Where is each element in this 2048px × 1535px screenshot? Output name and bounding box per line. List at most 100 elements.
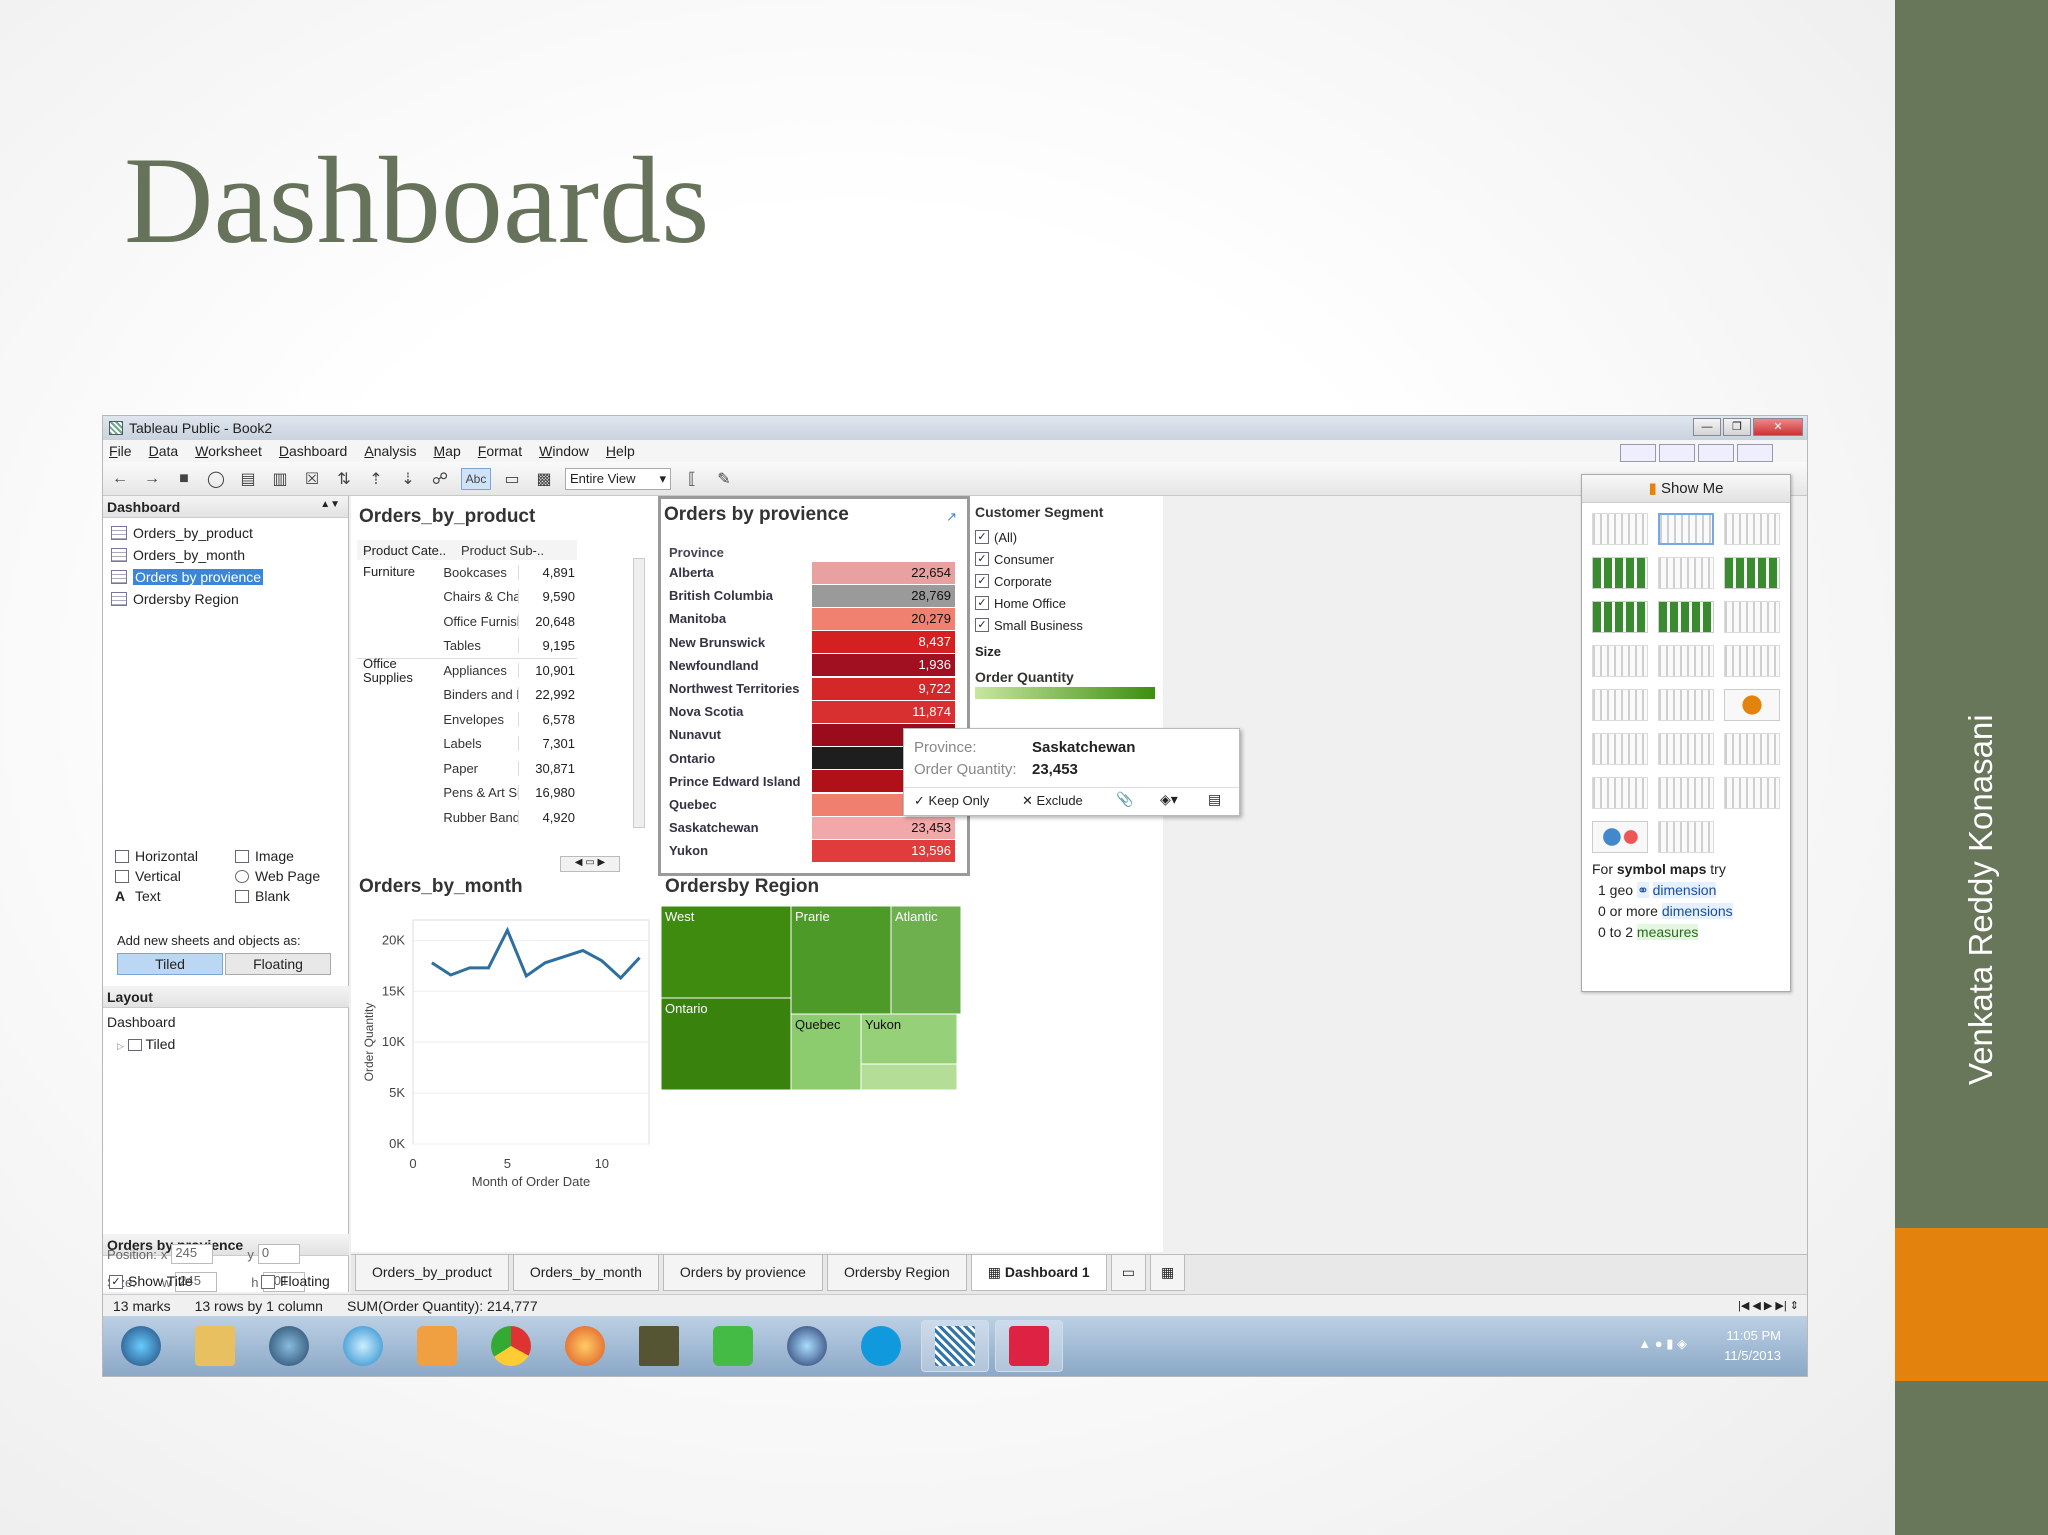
series-line[interactable]	[431, 926, 641, 981]
table-row[interactable]: Labels 7,301	[357, 732, 578, 757]
r-icon[interactable]	[773, 1320, 841, 1372]
keep-only-button[interactable]: ✓ Keep Only	[914, 793, 989, 809]
floating-button[interactable]: Floating	[225, 953, 331, 975]
sheet-nav-icons[interactable]: |◀ ◀ ▶ ▶| ⇕	[1738, 1299, 1799, 1312]
horizontal-bars-icon[interactable]	[1592, 601, 1648, 633]
category-header[interactable]: Product Cate..	[357, 543, 457, 558]
region-treemap[interactable]: West Prarie Atlantic Ontario Quebec Yukon	[661, 906, 961, 1096]
link-icon[interactable]: ☍	[429, 468, 451, 490]
province-row[interactable]: Alberta 22,654	[667, 561, 967, 584]
ie-icon[interactable]	[329, 1320, 397, 1372]
view-data-icon[interactable]: ▤	[1208, 791, 1221, 808]
province-row[interactable]: Newfoundland 1,936	[667, 654, 967, 677]
x-field[interactable]: 245	[171, 1244, 214, 1264]
text-table-icon[interactable]	[1592, 513, 1648, 545]
histogram-icon[interactable]	[1658, 821, 1714, 853]
new-worksheet-icon[interactable]: ▤	[237, 468, 259, 490]
menu-file[interactable]: File	[109, 443, 132, 459]
collapse-arrows-icon[interactable]: ▲▼	[320, 499, 340, 510]
treemap-tile[interactable]	[860, 1063, 958, 1091]
crosstab-hscroll[interactable]: ◀ ▭ ▶	[560, 856, 620, 872]
highlight-icon[interactable]: ✎	[713, 468, 735, 490]
chrome-icon[interactable]	[477, 1320, 545, 1372]
table-row[interactable]: Pens & Art Su..16,980	[357, 781, 578, 806]
save-icon[interactable]: ■	[173, 468, 195, 490]
media-player-icon[interactable]	[403, 1320, 471, 1372]
area-continuous-icon[interactable]	[1592, 689, 1648, 721]
presentation-icon[interactable]: ▭	[501, 468, 523, 490]
home-icon[interactable]	[1737, 444, 1773, 462]
table-row[interactable]: Rubber Bands4,920	[357, 805, 578, 830]
menu-format[interactable]: Format	[478, 443, 522, 459]
object-image[interactable]: Image	[235, 848, 345, 864]
powerpoint-icon[interactable]	[995, 1320, 1063, 1372]
object-vertical[interactable]: Vertical	[115, 868, 235, 884]
table-row[interactable]: Office Furnishi..20,648	[357, 609, 578, 634]
table-row[interactable]: Envelopes 6,578	[357, 707, 578, 732]
taskbar-clock[interactable]: 11:05 PM 11/5/2013	[1724, 1326, 1781, 1366]
show-tabs-icon[interactable]	[1620, 444, 1656, 462]
exclude-button[interactable]: ✕ Exclude	[1022, 793, 1083, 809]
lines-continuous-icon[interactable]	[1592, 645, 1648, 677]
treemap-icon[interactable]	[1724, 557, 1780, 589]
lines-discrete-icon[interactable]	[1658, 645, 1714, 677]
side-by-side-bars-icon[interactable]	[1724, 601, 1780, 633]
sheet-item-ordersby-region[interactable]: Ordersby Region	[111, 588, 340, 610]
skype-icon[interactable]	[847, 1320, 915, 1372]
province-row[interactable]: British Columbia 28,769	[667, 584, 967, 607]
menu-dashboard[interactable]: Dashboard	[279, 443, 348, 459]
province-row[interactable]: Yukon 13,596	[667, 839, 967, 862]
table-row[interactable]: Furniture Bookcases 4,891	[357, 560, 578, 585]
area-discrete-icon[interactable]	[1658, 689, 1714, 721]
popout-icon[interactable]: ↗	[946, 509, 957, 525]
province-row[interactable]: New Brunswick 8,437	[667, 631, 967, 654]
filter-item[interactable]: ✓ Corporate	[975, 570, 1155, 592]
object-horizontal[interactable]: Horizontal	[115, 848, 235, 864]
circle-view-icon[interactable]	[1658, 733, 1714, 765]
app-icon[interactable]	[625, 1320, 693, 1372]
show-title-check[interactable]: ✓ Show Title	[109, 1273, 193, 1290]
minimize-button[interactable]: —	[1693, 418, 1721, 436]
filmstrip-icon[interactable]	[1659, 444, 1695, 462]
y-field[interactable]: 0	[257, 1244, 300, 1264]
back-icon[interactable]: ←	[109, 468, 131, 490]
menu-help[interactable]: Help	[606, 443, 635, 459]
tab-dashboard-1[interactable]: ▦ Dashboard 1	[970, 1255, 1107, 1291]
swap-icon[interactable]: ⇅	[333, 468, 355, 490]
pie-chart-icon[interactable]	[1724, 689, 1780, 721]
layout-dashboard[interactable]: Dashboard	[107, 1011, 176, 1033]
clear-sheet-icon[interactable]: ☒	[301, 468, 323, 490]
restore-button[interactable]: ❐	[1723, 418, 1751, 436]
menu-map[interactable]: Map	[434, 443, 461, 459]
tiled-button[interactable]: Tiled	[117, 953, 223, 975]
tab-orders-by-product[interactable]: Orders_by_product	[355, 1255, 509, 1291]
province-row[interactable]: Nova Scotia 11,874	[667, 700, 967, 723]
filter-item[interactable]: ✓ (All)	[975, 526, 1155, 548]
menu-worksheet[interactable]: Worksheet	[195, 443, 262, 459]
side-by-side-circles-icon[interactable]	[1724, 733, 1780, 765]
firefox-icon[interactable]	[551, 1320, 619, 1372]
fit-view-select[interactable]: Entire View ▾	[565, 467, 671, 490]
tab-orders-by-month[interactable]: Orders_by_month	[512, 1255, 659, 1291]
stacked-bars-icon[interactable]	[1658, 601, 1714, 633]
object-text[interactable]: A Text	[115, 888, 235, 904]
forward-icon[interactable]: →	[141, 468, 163, 490]
floating-check[interactable]: Floating	[261, 1273, 330, 1290]
table-row[interactable]: Chairs & Chai..9,590	[357, 585, 578, 610]
camtasia-icon[interactable]	[699, 1320, 767, 1372]
menu-analysis[interactable]: Analysis	[364, 443, 416, 459]
sort-desc-icon[interactable]: ⇣	[397, 468, 419, 490]
database-icon[interactable]: ◯	[205, 468, 227, 490]
sort-asc-icon[interactable]: ⇡	[365, 468, 387, 490]
dual-combination-icon[interactable]	[1592, 777, 1648, 809]
expand-arrow-icon[interactable]: ▷	[117, 1041, 124, 1051]
heat-map-icon[interactable]	[1592, 557, 1648, 589]
labels-button[interactable]: Abc	[461, 467, 491, 490]
duplicate-sheet-icon[interactable]: ▥	[269, 468, 291, 490]
crosstab-vscroll[interactable]	[633, 558, 645, 828]
tab-orders-by-provience[interactable]: Orders by provience	[662, 1255, 823, 1291]
object-web-page[interactable]: Web Page	[235, 868, 345, 884]
filled-map-icon[interactable]	[1724, 513, 1780, 545]
sheet-item-orders-by-product[interactable]: Orders_by_product	[111, 522, 340, 544]
dual-lines-icon[interactable]	[1724, 645, 1780, 677]
